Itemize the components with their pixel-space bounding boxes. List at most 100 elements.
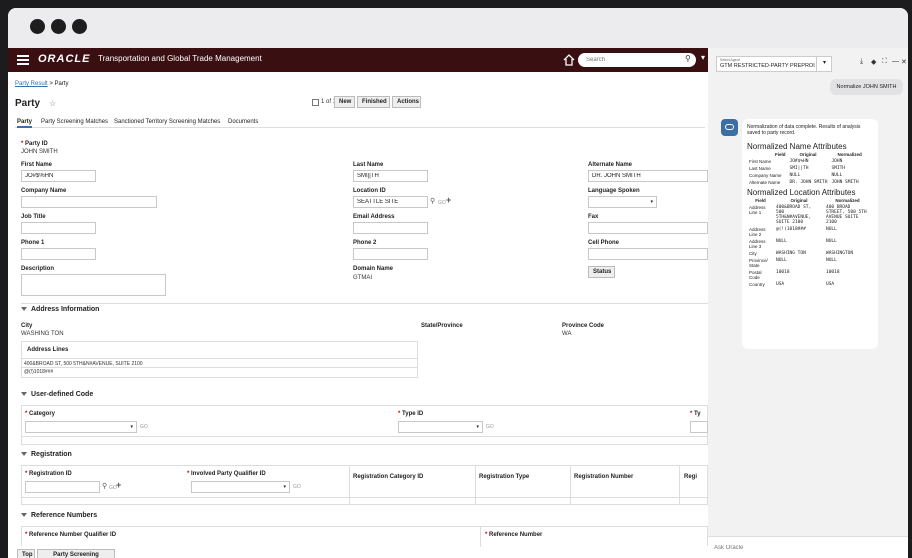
col-field-header: Field <box>775 152 786 157</box>
minimize-icon[interactable]: — <box>892 58 899 65</box>
ai-assistant-panel: Select Agent GTM RESTRICTED-PARTY PREPRO… <box>708 48 908 558</box>
column-divider <box>679 466 680 504</box>
category-go-link[interactable]: GO <box>140 424 148 430</box>
search-icon[interactable]: ⚲ <box>685 54 691 63</box>
address-section-header[interactable]: Address Information <box>21 306 99 313</box>
global-search-input[interactable] <box>578 53 696 67</box>
home-icon[interactable] <box>563 54 575 66</box>
registration-search-icon[interactable]: ⚲ <box>102 482 107 490</box>
col-normalized-header: Normalized <box>837 152 862 157</box>
description-label: Description <box>21 266 55 272</box>
party-id-value: JOHN SMITH <box>21 149 58 155</box>
record-navigator-icon[interactable] <box>312 99 319 106</box>
loc-original: 400&BROAD ST, 500 5TH&N#AVENUE, SUITE 21… <box>776 205 812 225</box>
address-lines-header: Address Lines <box>27 347 69 353</box>
agent-selector[interactable]: Select Agent GTM RESTRICTED-PARTY PREPRO… <box>716 56 832 72</box>
name-original: DR. JOHN SMITH <box>789 180 828 185</box>
agent-selector-value: GTM RESTRICTED-PARTY PREPROI <box>720 63 815 69</box>
loc-original: @(!)1018### <box>776 227 806 232</box>
job-title-input[interactable] <box>21 222 96 234</box>
fax-input[interactable] <box>588 222 708 234</box>
breadcrumb-separator: > <box>49 81 53 87</box>
location-add-icon[interactable]: + <box>446 195 451 205</box>
assistant-reply-intro: Normalization of data complete. Results … <box>747 124 861 136</box>
loc-field: City <box>749 251 757 256</box>
alternate-name-input[interactable] <box>588 170 708 182</box>
table-divider <box>22 367 417 368</box>
loc-field: Country <box>749 282 765 287</box>
collapse-triangle-icon <box>21 392 27 397</box>
agent-dropdown-chevron-icon[interactable]: ▾ <box>816 56 832 72</box>
udc-section-header[interactable]: User-defined Code <box>21 391 93 398</box>
header-overflow-icon[interactable]: ▾ <box>701 53 705 62</box>
name-field: Alternate Name <box>749 180 781 185</box>
pin-icon[interactable]: ◆ <box>871 58 876 66</box>
registration-id-input[interactable] <box>25 481 100 493</box>
normalized-name-heading: Normalized Name Attributes <box>747 142 847 151</box>
type-id-go-link[interactable]: GO <box>486 424 494 430</box>
location-go-link[interactable]: GO <box>438 200 446 206</box>
reference-section-header[interactable]: Reference Numbers <box>21 512 97 519</box>
type-id-label: * Type ID <box>398 411 424 417</box>
cell-phone-label: Cell Phone <box>588 240 620 246</box>
loc-original: WASHING TON <box>776 251 806 256</box>
favorite-star-icon[interactable]: ☆ <box>49 99 56 108</box>
window-zoom-dot[interactable] <box>72 19 87 34</box>
location-search-icon[interactable]: ⚲ <box>430 197 435 205</box>
email-input[interactable] <box>353 222 428 234</box>
category-select[interactable]: ▾ <box>25 421 137 433</box>
collapse-triangle-icon <box>21 452 27 457</box>
registration-add-icon[interactable]: + <box>116 480 121 490</box>
name-field: First Name <box>749 159 772 164</box>
status-button[interactable]: Status <box>588 266 615 278</box>
language-spoken-select[interactable]: ▾ <box>588 196 657 208</box>
registration-section-header[interactable]: Registration <box>21 451 72 458</box>
breadcrumb-party-result-link[interactable]: Party Result <box>15 81 48 87</box>
new-button[interactable]: New <box>334 96 355 108</box>
collapse-triangle-icon <box>21 513 27 518</box>
top-button[interactable]: Top <box>17 549 35 558</box>
cell-phone-input[interactable] <box>588 248 708 260</box>
tab-documents[interactable]: Documents <box>228 119 258 125</box>
party-screening-matches-button[interactable]: Party Screening Matches <box>37 549 115 558</box>
name-original: SMI||TH <box>789 166 809 171</box>
last-name-input[interactable] <box>353 170 428 182</box>
download-icon[interactable]: ⤓ <box>860 58 863 66</box>
language-spoken-label: Language Spoken <box>588 188 640 194</box>
agent-selector-caption: Select Agent <box>720 58 740 62</box>
ask-oracle-input[interactable] <box>708 536 908 558</box>
involved-party-qualifier-select[interactable]: ▾ <box>191 481 290 493</box>
first-name-input[interactable] <box>21 170 96 182</box>
description-textarea[interactable] <box>21 274 166 296</box>
normalized-name-table: Field Original Normalized First Name JO#$%H… <box>747 151 864 186</box>
hamburger-menu-icon[interactable] <box>17 55 29 65</box>
tab-party[interactable]: Party <box>17 119 33 128</box>
loc-original: 10018 <box>776 270 790 275</box>
app-header: ORACLE Transportation and Global Trade M… <box>8 48 708 72</box>
expand-icon[interactable]: ⛶ <box>882 58 887 66</box>
tab-party-screening-matches[interactable]: Party Screening Matches <box>41 119 108 125</box>
company-name-label: Company Name <box>21 188 67 194</box>
loc-original: NULL <box>776 258 787 263</box>
phone-1-input[interactable] <box>21 248 96 260</box>
table-divider <box>22 497 707 498</box>
finished-button[interactable]: Finished <box>357 96 390 108</box>
involved-go-link[interactable]: GO <box>293 484 301 490</box>
normalized-location-table: Field Original Normalized Address Line 1 40… <box>747 197 871 288</box>
phone-2-input[interactable] <box>353 248 428 260</box>
name-field: Company Name <box>749 173 782 178</box>
window-close-dot[interactable] <box>30 19 45 34</box>
email-label: Email Address <box>353 214 395 220</box>
tab-sanctioned-territory-screening-matches[interactable]: Sanctioned Territory Screening Matches <box>114 119 220 125</box>
location-id-input[interactable] <box>353 196 428 208</box>
close-icon[interactable]: ✕ <box>901 58 907 66</box>
ty-select[interactable] <box>690 421 708 433</box>
address-line-2[interactable]: @(!)1018### <box>24 369 53 375</box>
company-name-input[interactable] <box>21 196 157 208</box>
registration-type-label: Registration Type <box>479 474 530 480</box>
address-lines-table: Address Lines 400&BROAD ST, 500 5TH&N#AV… <box>21 341 418 378</box>
type-id-select[interactable]: ▾ <box>398 421 483 433</box>
window-minimize-dot[interactable] <box>51 19 66 34</box>
actions-button[interactable]: Actions <box>392 96 421 108</box>
col-original-header: Original <box>799 152 817 157</box>
